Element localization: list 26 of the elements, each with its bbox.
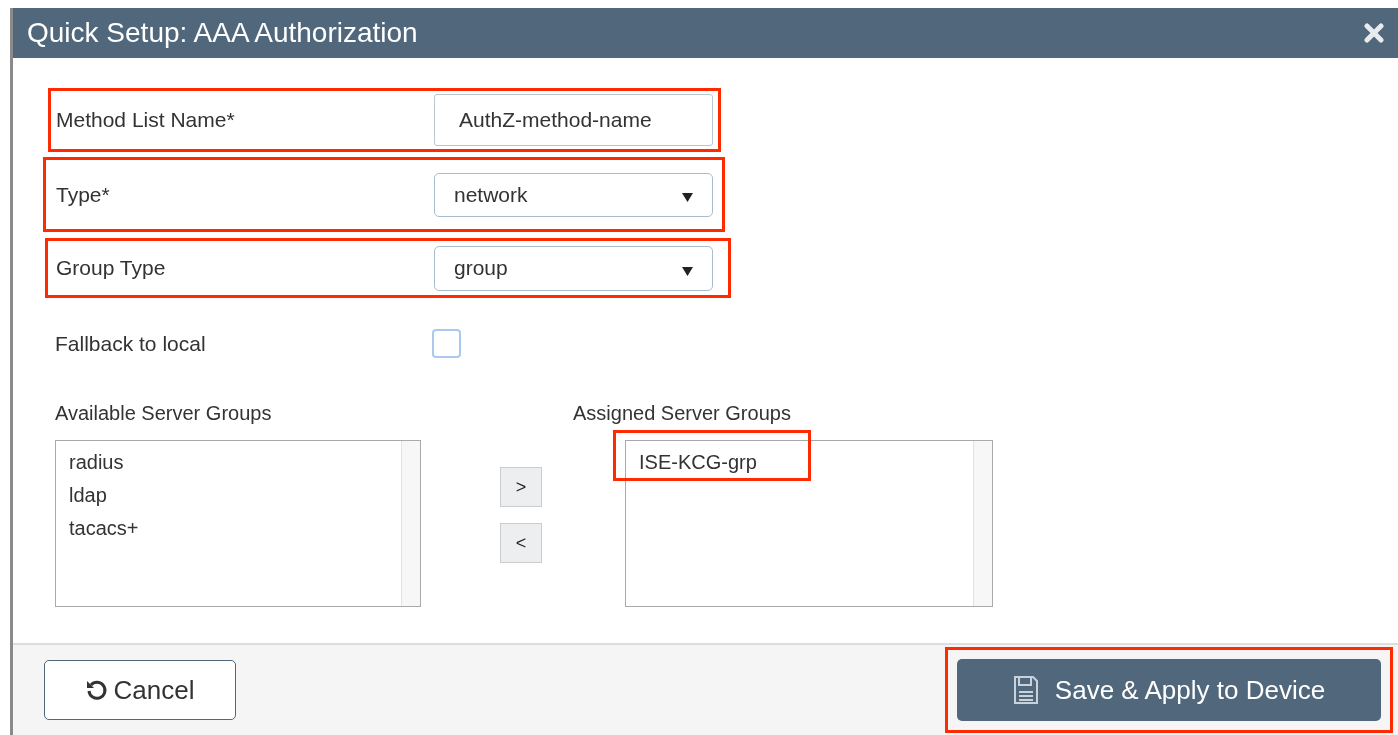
caret-icon bbox=[682, 193, 693, 202]
list-box[interactable]: ISE-KCG-grp bbox=[625, 439, 993, 607]
checkbox[interactable] bbox=[432, 329, 461, 359]
field-label: Fallback to local bbox=[55, 331, 207, 357]
list-label: Available Server Groups bbox=[55, 400, 273, 426]
save-icon bbox=[1012, 675, 1039, 705]
save-button[interactable]: Save & Apply to Device bbox=[957, 659, 1381, 721]
move-button[interactable]: < bbox=[500, 523, 542, 563]
list-box[interactable]: radius ldap tacacs+ bbox=[55, 439, 421, 607]
text-field[interactable]: AuthZ-method-name bbox=[434, 94, 713, 146]
dropdown[interactable]: group bbox=[434, 245, 713, 291]
list-item[interactable]: ISE-KCG-grp bbox=[626, 445, 973, 479]
list-item[interactable]: ldap bbox=[56, 478, 401, 512]
dropdown[interactable]: network bbox=[434, 172, 713, 217]
list-label: Assigned Server Groups bbox=[573, 400, 792, 426]
close-icon[interactable] bbox=[1364, 23, 1384, 43]
field-label: Group Type bbox=[56, 255, 167, 282]
list-item[interactable]: radius bbox=[56, 445, 401, 479]
list-item[interactable]: tacacs+ bbox=[56, 511, 401, 545]
undo-icon bbox=[85, 679, 108, 701]
cancel-button[interactable]: Cancel bbox=[44, 660, 236, 720]
field-label: Method List Name* bbox=[56, 107, 236, 134]
window-title: Quick Setup: AAA Authorization bbox=[27, 16, 418, 50]
field-label: Type* bbox=[56, 181, 111, 208]
caret-icon bbox=[682, 266, 693, 276]
move-button[interactable]: > bbox=[500, 467, 542, 507]
